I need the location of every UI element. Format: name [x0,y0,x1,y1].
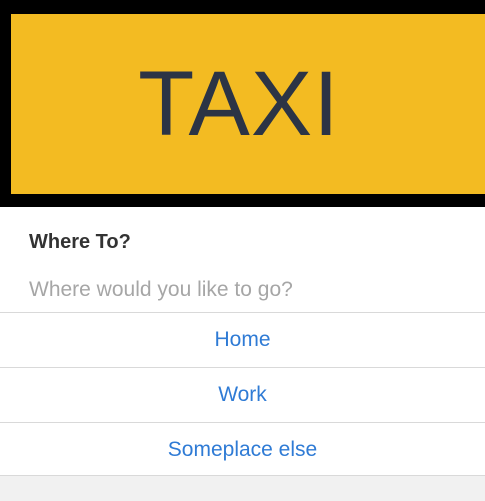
taxi-app-window: TAXI Where To? Where would you like to g… [0,0,485,501]
dialog-subtitle: Where would you like to go? [29,278,293,301]
option-someplace-else-label: Someplace else [167,437,318,461]
option-home-button[interactable]: Home [0,312,485,366]
taxi-banner: TAXI [0,0,485,207]
option-someplace-else-button[interactable]: Someplace else [0,422,485,476]
taxi-banner-panel: TAXI [11,14,485,194]
dialog-title: Where To? [29,231,131,253]
destination-card: Where To? Where would you like to go? Ho… [0,207,485,501]
option-work-button[interactable]: Work [0,367,485,421]
option-home-label: Home [214,327,271,351]
taxi-logo-text: TAXI [138,53,340,155]
dialog-footer [0,475,485,501]
option-work-label: Work [218,382,267,406]
